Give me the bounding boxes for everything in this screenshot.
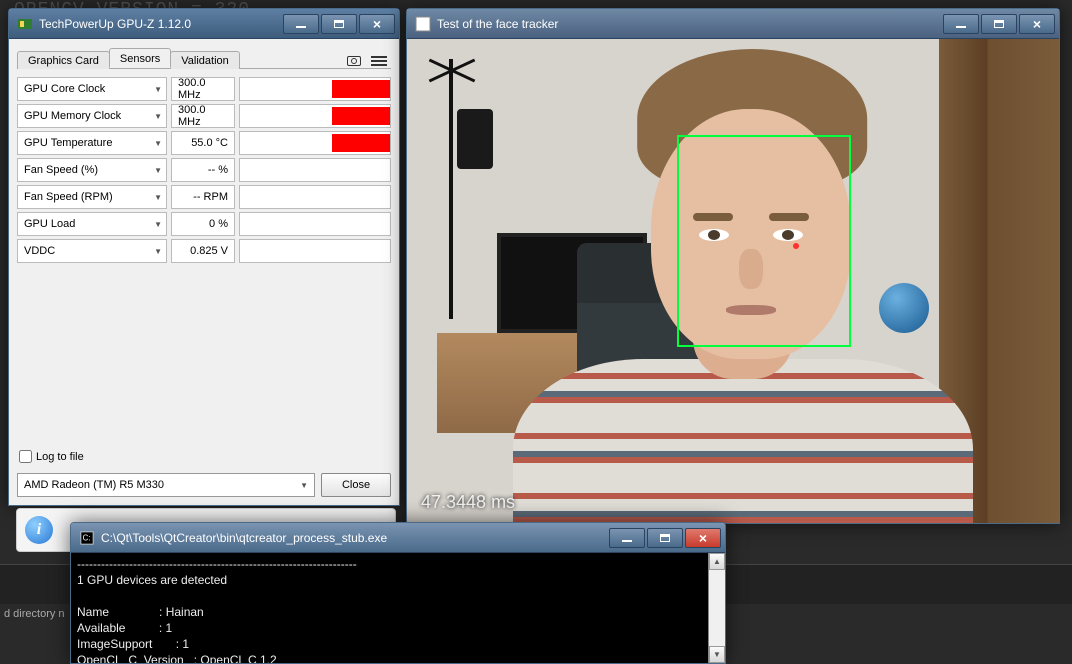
sensor-graph xyxy=(239,158,391,182)
sensor-value: 55.0 °C xyxy=(171,131,235,155)
log-to-file-label[interactable]: Log to file xyxy=(36,451,84,463)
sensor-name[interactable]: Fan Speed (RPM)▼ xyxy=(17,185,167,209)
minimize-button[interactable] xyxy=(609,528,645,548)
sensor-graph xyxy=(239,212,391,236)
chevron-down-icon: ▼ xyxy=(154,112,162,121)
svg-text:C:: C: xyxy=(83,533,91,542)
chevron-down-icon: ▼ xyxy=(154,247,162,256)
sensor-value: 0 % xyxy=(171,212,235,236)
sensor-row: GPU Core Clock▼300.0 MHz xyxy=(17,77,391,101)
gpuz-app-icon xyxy=(17,16,33,32)
menu-icon[interactable] xyxy=(371,54,387,68)
minimize-button[interactable] xyxy=(283,14,319,34)
sensor-value: 300.0 MHz xyxy=(171,104,235,128)
sensor-row: GPU Load▼0 % xyxy=(17,212,391,236)
tracker-title: Test of the face tracker xyxy=(437,17,943,31)
chevron-down-icon: ▼ xyxy=(154,193,162,202)
gpuz-titlebar[interactable]: TechPowerUp GPU-Z 1.12.0 × xyxy=(9,9,399,39)
scrollbar[interactable]: ▲ ▼ xyxy=(708,553,725,663)
chevron-down-icon: ▼ xyxy=(154,139,162,148)
sensor-graph xyxy=(239,104,391,128)
sensor-row: Fan Speed (RPM)▼-- RPM xyxy=(17,185,391,209)
close-button[interactable]: Close xyxy=(321,473,391,497)
sensor-name[interactable]: GPU Load▼ xyxy=(17,212,167,236)
screenshot-icon[interactable] xyxy=(347,54,363,68)
device-select-value: AMD Radeon (TM) R5 M330 xyxy=(24,479,164,491)
sensor-name[interactable]: GPU Memory Clock▼ xyxy=(17,104,167,128)
face-detection-box xyxy=(677,135,851,347)
tab-validation[interactable]: Validation xyxy=(170,51,240,69)
console-titlebar[interactable]: C: C:\Qt\Tools\QtCreator\bin\qtcreator_p… xyxy=(71,523,725,553)
sensor-value: -- % xyxy=(171,158,235,182)
chevron-down-icon: ▼ xyxy=(154,220,162,229)
tracker-window: Test of the face tracker × xyxy=(406,8,1060,524)
console-window: C: C:\Qt\Tools\QtCreator\bin\qtcreator_p… xyxy=(70,522,726,664)
console-title: C:\Qt\Tools\QtCreator\bin\qtcreator_proc… xyxy=(101,531,609,545)
sensor-value: -- RPM xyxy=(171,185,235,209)
sensor-row: GPU Temperature▼55.0 °C xyxy=(17,131,391,155)
maximize-button[interactable] xyxy=(321,14,357,34)
sensor-graph xyxy=(239,185,391,209)
sensor-name[interactable]: GPU Temperature▼ xyxy=(17,131,167,155)
gpuz-tabs: Graphics Card Sensors Validation xyxy=(17,45,391,69)
sensor-value: 300.0 MHz xyxy=(171,77,235,101)
sensor-value: 0.825 V xyxy=(171,239,235,263)
console-output[interactable]: ----------------------------------------… xyxy=(71,553,725,663)
scroll-down-button[interactable]: ▼ xyxy=(709,646,725,663)
gpuz-title: TechPowerUp GPU-Z 1.12.0 xyxy=(39,17,283,31)
scroll-up-button[interactable]: ▲ xyxy=(709,553,725,570)
close-window-button[interactable]: × xyxy=(1019,14,1055,34)
sensor-name[interactable]: Fan Speed (%)▼ xyxy=(17,158,167,182)
frame-time-text: 47.3448 ms xyxy=(421,492,515,513)
log-to-file-row: Log to file xyxy=(17,444,391,469)
console-app-icon: C: xyxy=(79,530,95,546)
maximize-button[interactable] xyxy=(981,14,1017,34)
sensor-name[interactable]: VDDC▼ xyxy=(17,239,167,263)
minimize-button[interactable] xyxy=(943,14,979,34)
sensor-graph xyxy=(239,239,391,263)
chevron-down-icon: ▼ xyxy=(154,85,162,94)
tab-sensors[interactable]: Sensors xyxy=(109,48,171,68)
sensor-row: GPU Memory Clock▼300.0 MHz xyxy=(17,104,391,128)
tracker-titlebar[interactable]: Test of the face tracker × xyxy=(407,9,1059,39)
gpuz-window: TechPowerUp GPU-Z 1.12.0 × Graphics Card… xyxy=(8,8,400,506)
scroll-track[interactable] xyxy=(709,570,725,646)
sensor-table: GPU Core Clock▼300.0 MHzGPU Memory Clock… xyxy=(17,69,391,270)
sensor-graph xyxy=(239,131,391,155)
maximize-button[interactable] xyxy=(647,528,683,548)
info-icon: i xyxy=(25,516,53,544)
chevron-down-icon: ▼ xyxy=(154,166,162,175)
log-to-file-checkbox[interactable] xyxy=(19,450,32,463)
background-side-text: d directory n xyxy=(0,604,69,624)
face-detection-point xyxy=(793,243,799,249)
close-window-button[interactable]: × xyxy=(685,528,721,548)
chevron-down-icon: ▼ xyxy=(300,481,308,490)
tracker-app-icon xyxy=(415,16,431,32)
close-window-button[interactable]: × xyxy=(359,14,395,34)
sensor-row: Fan Speed (%)▼-- % xyxy=(17,158,391,182)
tracker-viewport: 47.3448 ms xyxy=(407,39,1059,523)
device-select[interactable]: AMD Radeon (TM) R5 M330 ▼ xyxy=(17,473,315,497)
sensor-name[interactable]: GPU Core Clock▼ xyxy=(17,77,167,101)
tab-graphics-card[interactable]: Graphics Card xyxy=(17,51,110,69)
sensor-row: VDDC▼0.825 V xyxy=(17,239,391,263)
sensor-graph xyxy=(239,77,391,101)
